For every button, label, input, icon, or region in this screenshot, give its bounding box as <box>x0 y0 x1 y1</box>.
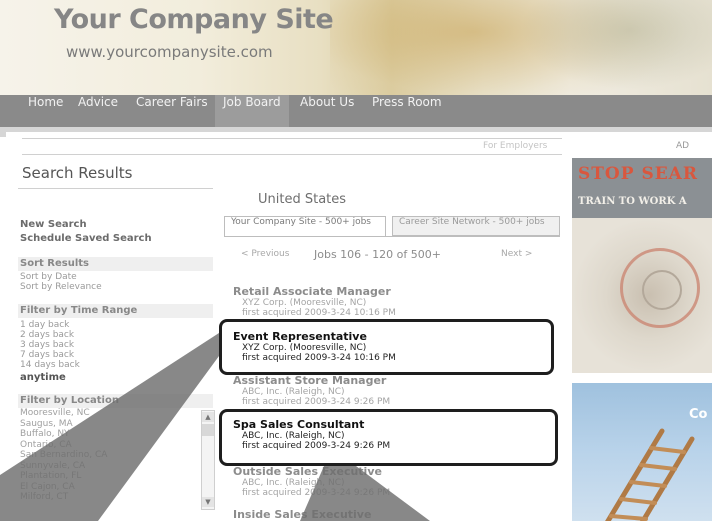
time-option-3-days[interactable]: 3 days back <box>20 340 74 350</box>
tab-career-site-network[interactable]: Career Site Network - 500+ jobs <box>392 216 560 236</box>
job-acquired: first acquired 2009-3-24 9:26 PM <box>242 397 391 407</box>
location-item[interactable]: Ontario, CA <box>20 440 200 451</box>
schedule-saved-search-link[interactable]: Schedule Saved Search <box>20 233 152 244</box>
site-url: www.yourcompanysite.com <box>66 43 273 61</box>
ladder-icon <box>605 428 695 521</box>
location-item[interactable]: San Bernardino, CA <box>20 450 200 461</box>
job-title[interactable]: Assistant Store Manager <box>233 374 553 387</box>
ad-label: AD <box>676 141 690 151</box>
highlight-box-spa-sales-consultant <box>219 409 558 466</box>
scrollbar-thumb[interactable] <box>202 424 214 436</box>
sort-by-date-link[interactable]: Sort by Date <box>20 272 77 282</box>
location-item[interactable]: Buffalo, NY <box>20 429 200 440</box>
job-listing[interactable]: Assistant Store Manager ABC, Inc. (Ralei… <box>233 374 553 407</box>
job-listing[interactable]: Retail Associate Manager XYZ Corp. (Moor… <box>233 285 553 318</box>
location-item[interactable]: Mooresville, NC <box>20 408 200 419</box>
ad-banner-title: STOP SEAR <box>578 164 698 184</box>
nav-item-advice[interactable]: Advice <box>72 95 124 127</box>
location-item[interactable]: Milford, CT <box>20 492 200 503</box>
job-company: ABC, Inc. (Raleigh, NC) <box>242 387 345 397</box>
time-option-2-days[interactable]: 2 days back <box>20 330 74 340</box>
ad-circle-graphic-inner <box>642 270 682 310</box>
location-item[interactable]: Sunnyvale, CA <box>20 461 200 472</box>
main-nav: Home Advice Career Fairs Job Board About… <box>0 95 712 127</box>
nav-item-press-room[interactable]: Press Room <box>366 95 448 127</box>
sort-by-relevance-link[interactable]: Sort by Relevance <box>20 282 102 292</box>
new-search-link[interactable]: New Search <box>20 219 87 230</box>
tab-company-site[interactable]: Your Company Site - 500+ jobs <box>224 216 386 236</box>
location-item[interactable]: El Cajon, CA <box>20 482 200 493</box>
top-divider <box>22 138 562 139</box>
previous-page-link[interactable]: < Previous <box>241 249 289 259</box>
scroll-down-arrow-icon[interactable]: ▼ <box>202 497 214 507</box>
site-title[interactable]: Your Company Site <box>54 4 334 35</box>
nav-item-about-us[interactable]: About Us <box>294 95 360 127</box>
job-acquired: first acquired 2009-3-24 10:16 PM <box>242 308 396 318</box>
page-title: Search Results <box>22 164 133 182</box>
location-item[interactable]: Saugus, MA <box>20 419 200 430</box>
time-option-14-days[interactable]: 14 days back <box>20 360 80 370</box>
job-title[interactable]: Retail Associate Manager <box>233 285 553 298</box>
nav-item-career-fairs[interactable]: Career Fairs <box>130 95 214 127</box>
sort-results-heading: Sort Results <box>18 257 213 271</box>
site-header: Your Company Site www.yourcompanysite.co… <box>0 0 712 95</box>
for-employers-link[interactable]: For Employers <box>483 141 547 151</box>
pager-status: Jobs 106 - 120 of 500+ <box>314 248 441 261</box>
top-divider-2 <box>22 154 562 155</box>
time-option-1-day[interactable]: 1 day back <box>20 320 69 330</box>
ad-banner-stop-searching[interactable]: STOP SEAR TRAIN TO WORK A <box>572 158 712 373</box>
nav-item-home[interactable]: Home <box>20 95 69 127</box>
job-listing[interactable]: Outside Sales Executive ABC, Inc. (Ralei… <box>233 465 553 498</box>
tab-baseline <box>224 236 560 237</box>
region-heading: United States <box>258 192 347 207</box>
job-title[interactable]: Outside Sales Executive <box>233 465 553 478</box>
job-company: ABC, Inc. (Raleigh, NC) <box>242 478 345 488</box>
time-range-heading: Filter by Time Range <box>18 304 213 318</box>
highlight-box-event-representative <box>219 319 554 375</box>
ad-banner-text: Co <box>689 407 708 422</box>
header-foliage-image-2 <box>520 0 712 90</box>
sidebar-divider <box>18 188 213 189</box>
ad-banner-ladder[interactable]: Co <box>572 383 712 521</box>
location-list[interactable]: Mooresville, NC Saugus, MA Buffalo, NY O… <box>20 408 200 513</box>
ad-banner-subtitle: TRAIN TO WORK A <box>578 196 687 207</box>
scroll-up-arrow-icon[interactable]: ▲ <box>202 412 214 422</box>
time-option-anytime[interactable]: anytime <box>20 372 66 383</box>
job-title[interactable]: Inside Sales Executive <box>233 508 553 521</box>
job-listing[interactable]: Inside Sales Executive <box>233 508 553 521</box>
nav-item-job-board[interactable]: Job Board <box>215 95 289 127</box>
job-acquired: first acquired 2009-3-24 9:26 PM <box>242 488 391 498</box>
job-company: XYZ Corp. (Mooresville, NC) <box>242 298 367 308</box>
location-heading: Filter by Location <box>18 394 213 408</box>
location-item[interactable]: Plantation, FL <box>20 471 200 482</box>
time-option-7-days[interactable]: 7 days back <box>20 350 74 360</box>
next-page-link[interactable]: Next > <box>501 249 532 259</box>
